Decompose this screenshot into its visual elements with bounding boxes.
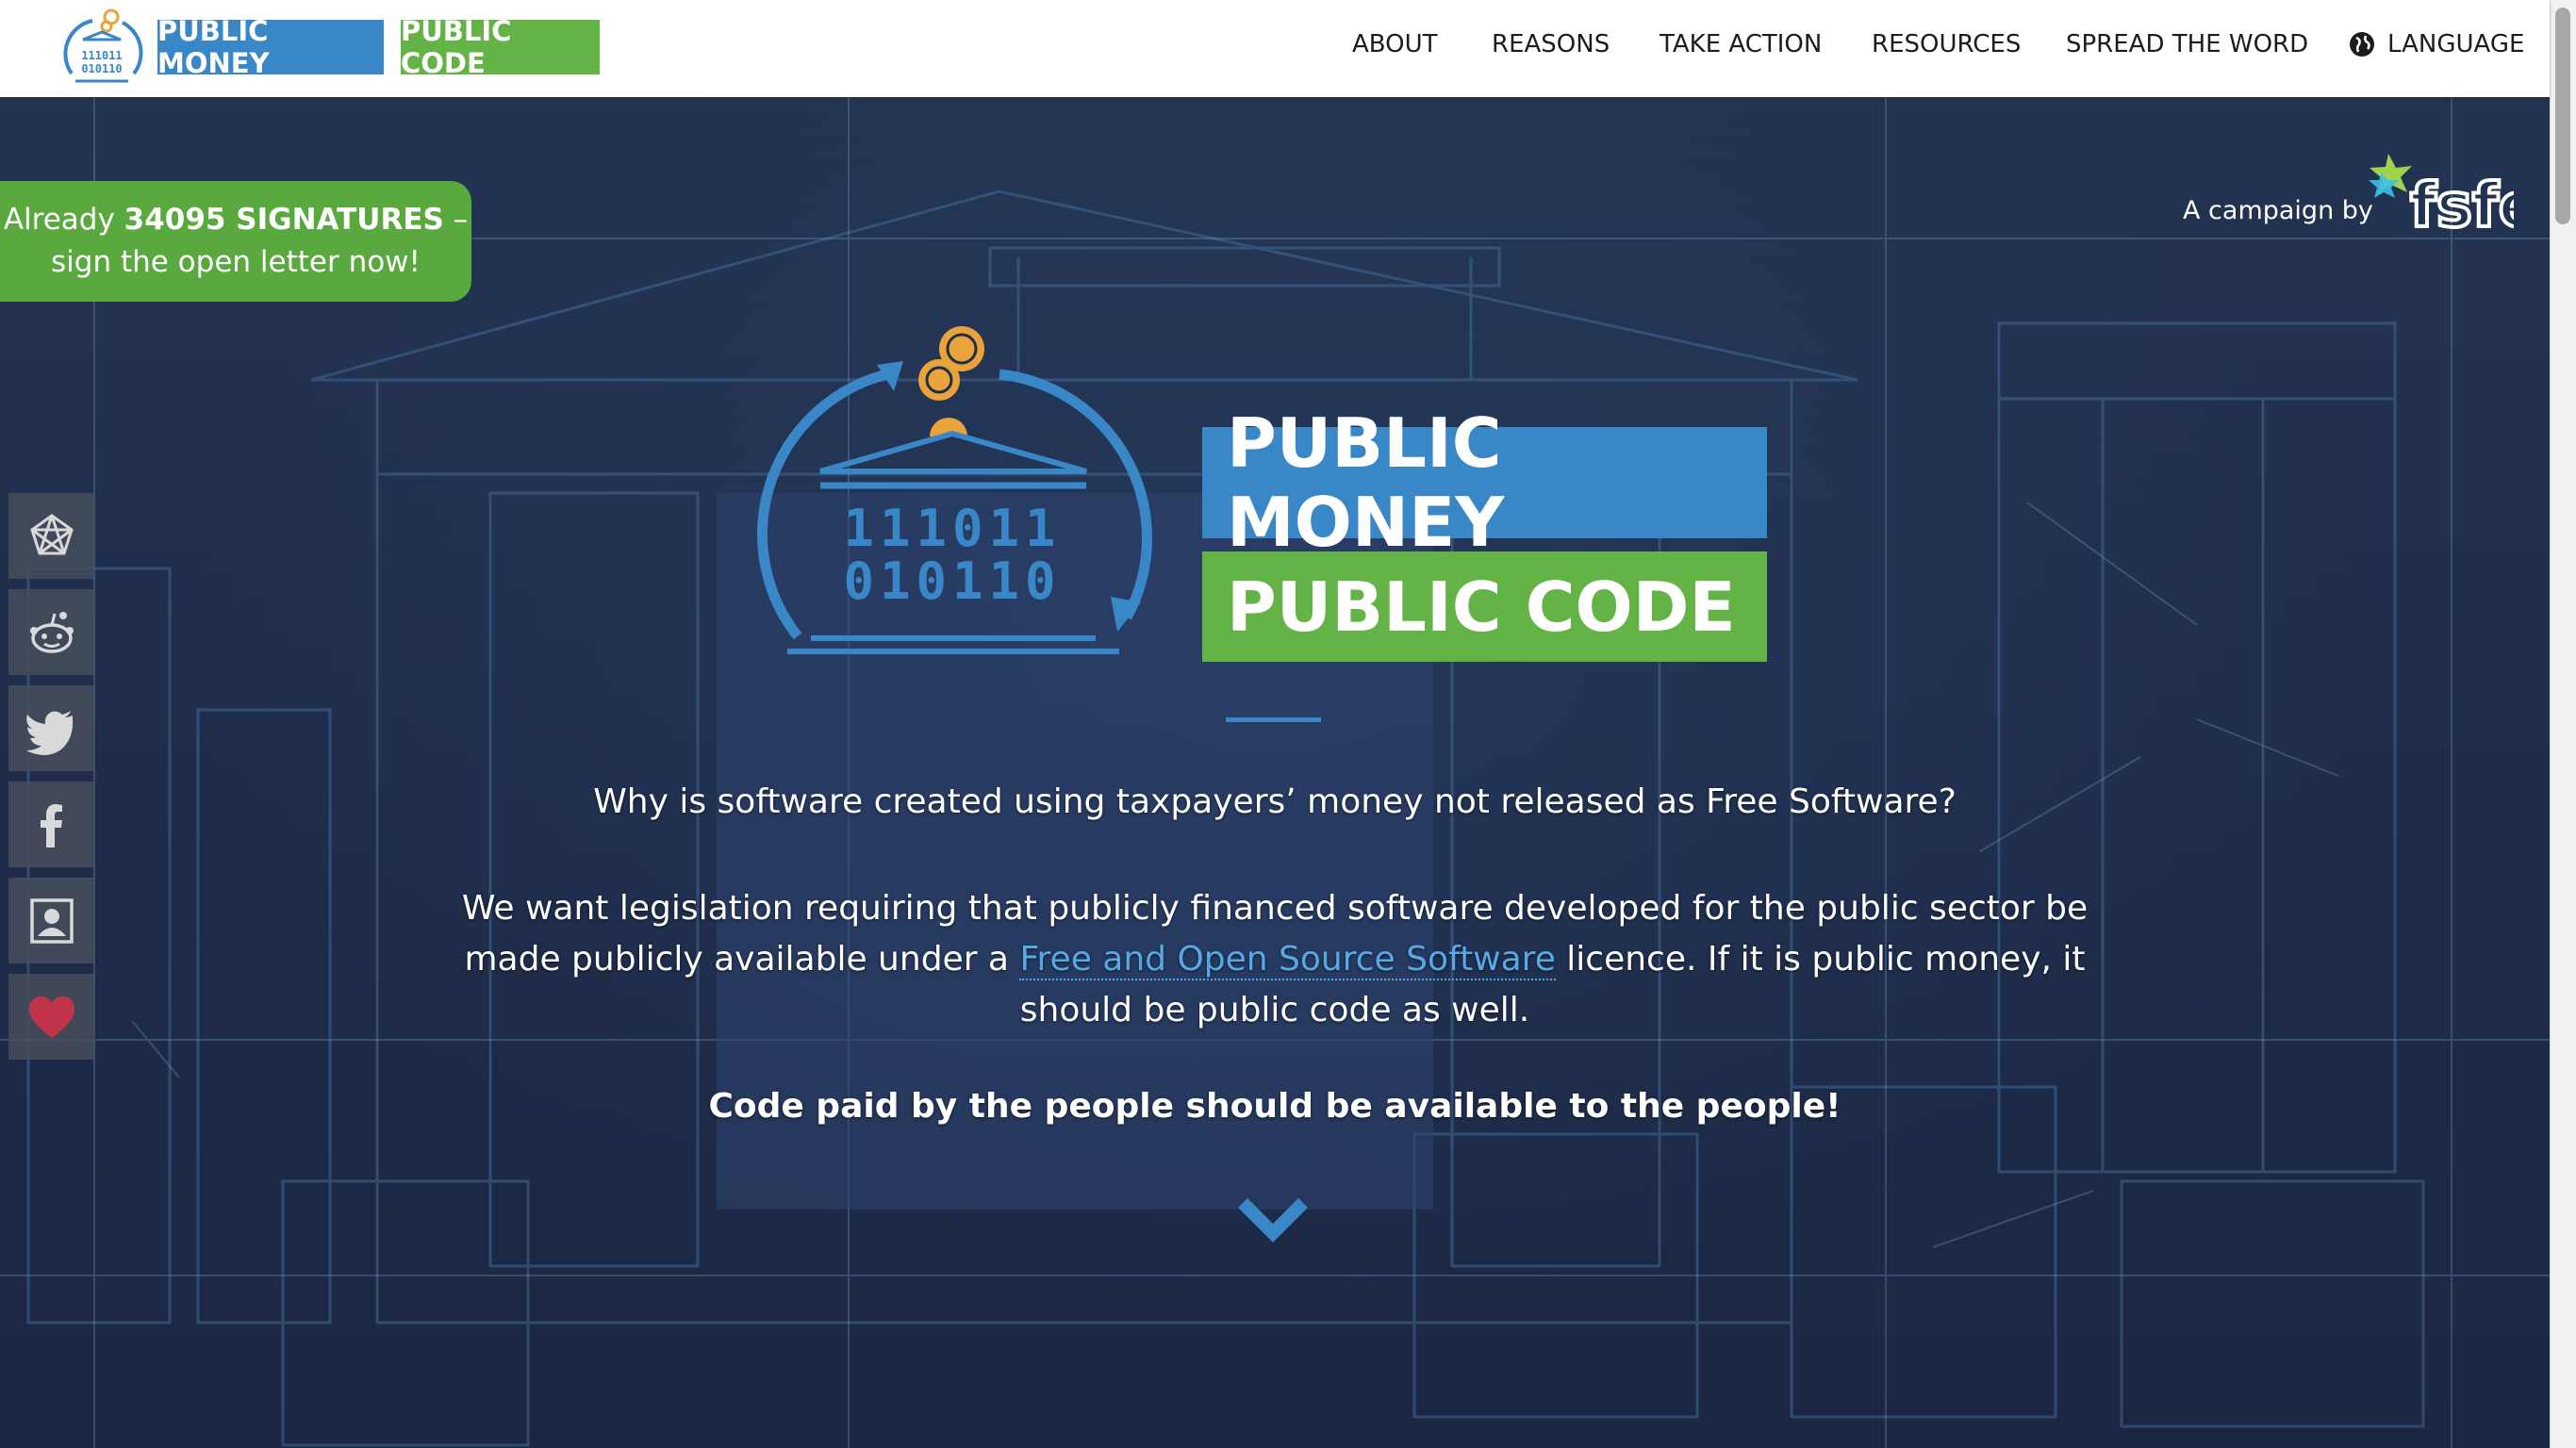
svg-text:fsfe: fsfe <box>2410 172 2514 236</box>
globe-icon[interactable] <box>2348 30 2376 58</box>
facebook-icon <box>40 803 62 847</box>
hero-paragraph-line-2-end: licence. If it is public money, it <box>1566 940 2086 979</box>
hero-section: Already 34095 SIGNATURES – sign the open… <box>0 97 2550 1448</box>
fsfe-logo-icon[interactable]: fsfe <box>2365 149 2514 236</box>
twitter-icon <box>25 710 73 755</box>
signatures-prefix: Already <box>3 203 115 238</box>
hero-slogan: Code paid by the people should be availa… <box>708 1087 1841 1126</box>
hero-question: Why is software created using taxpayers’… <box>593 782 1957 821</box>
nav-take-action[interactable]: TAKE ACTION <box>1660 30 1822 58</box>
campaign-by-label: A campaign by <box>2183 196 2373 225</box>
contact-icon <box>29 897 74 944</box>
share-fediverse-button[interactable] <box>8 493 94 579</box>
public-money-logo-icon[interactable]: 111011 010110 <box>55 8 149 89</box>
nav-about[interactable]: ABOUT <box>1352 30 1438 58</box>
share-donate-button[interactable] <box>8 974 94 1060</box>
nav-reasons[interactable]: REASONS <box>1492 30 1610 58</box>
share-facebook-button[interactable] <box>8 782 94 867</box>
signatures-line-2: sign the open letter now! <box>51 245 421 279</box>
hero-divider <box>1226 717 1321 722</box>
hero-title-public-code: PUBLIC CODE <box>1202 551 1767 662</box>
share-reddit-button[interactable] <box>8 589 94 675</box>
chevron-down-icon[interactable] <box>1237 1195 1309 1242</box>
nav-resources[interactable]: RESOURCES <box>1872 30 2021 58</box>
nav-spread-the-word[interactable]: SPREAD THE WORD <box>2066 30 2308 58</box>
brand-public-money-button[interactable]: PUBLIC MONEY <box>157 15 384 79</box>
signatures-line-1: Already 34095 SIGNATURES – <box>0 199 471 241</box>
hero-paragraph: We want legislation requiring that publi… <box>0 883 2550 1036</box>
reddit-icon <box>29 611 74 653</box>
nav-language[interactable]: LANGUAGE <box>2387 30 2524 58</box>
signatures-count: 34095 SIGNATURES <box>124 203 444 238</box>
share-twitter-button[interactable] <box>8 685 94 771</box>
fediverse-icon <box>29 513 74 554</box>
hero-paragraph-line-2-start: made publicly available under a <box>464 940 1009 979</box>
svg-text:010110: 010110 <box>81 62 122 75</box>
hero-paragraph-line-2: made publicly available under a Free and… <box>0 934 2550 985</box>
share-contact-button[interactable] <box>8 878 94 963</box>
svg-text:111011: 111011 <box>81 49 122 62</box>
hero-paragraph-line-3: should be public code as well. <box>1019 991 1530 1029</box>
heart-icon <box>28 996 74 1038</box>
hero-paragraph-line-1: We want legislation requiring that publi… <box>461 889 2089 928</box>
signatures-dash: – <box>453 203 469 238</box>
brand-public-code-button[interactable]: PUBLIC CODE <box>401 15 600 79</box>
free-software-link[interactable]: Free and Open Source Software <box>1019 940 1556 980</box>
svg-text:111011: 111011 <box>843 499 1061 558</box>
hero-title-public-money: PUBLIC MONEY <box>1202 403 1767 562</box>
share-sidebar <box>8 493 94 1070</box>
page-scrollbar-thumb[interactable] <box>2555 8 2570 224</box>
signatures-banner[interactable]: Already 34095 SIGNATURES – sign the open… <box>0 181 471 302</box>
top-navigation-bar: 111011 010110 PUBLIC MONEY PUBLIC CODE A… <box>0 0 2550 97</box>
public-money-building-logo-icon: 111011 010110 <box>757 326 1152 654</box>
svg-text:010110: 010110 <box>843 551 1061 611</box>
